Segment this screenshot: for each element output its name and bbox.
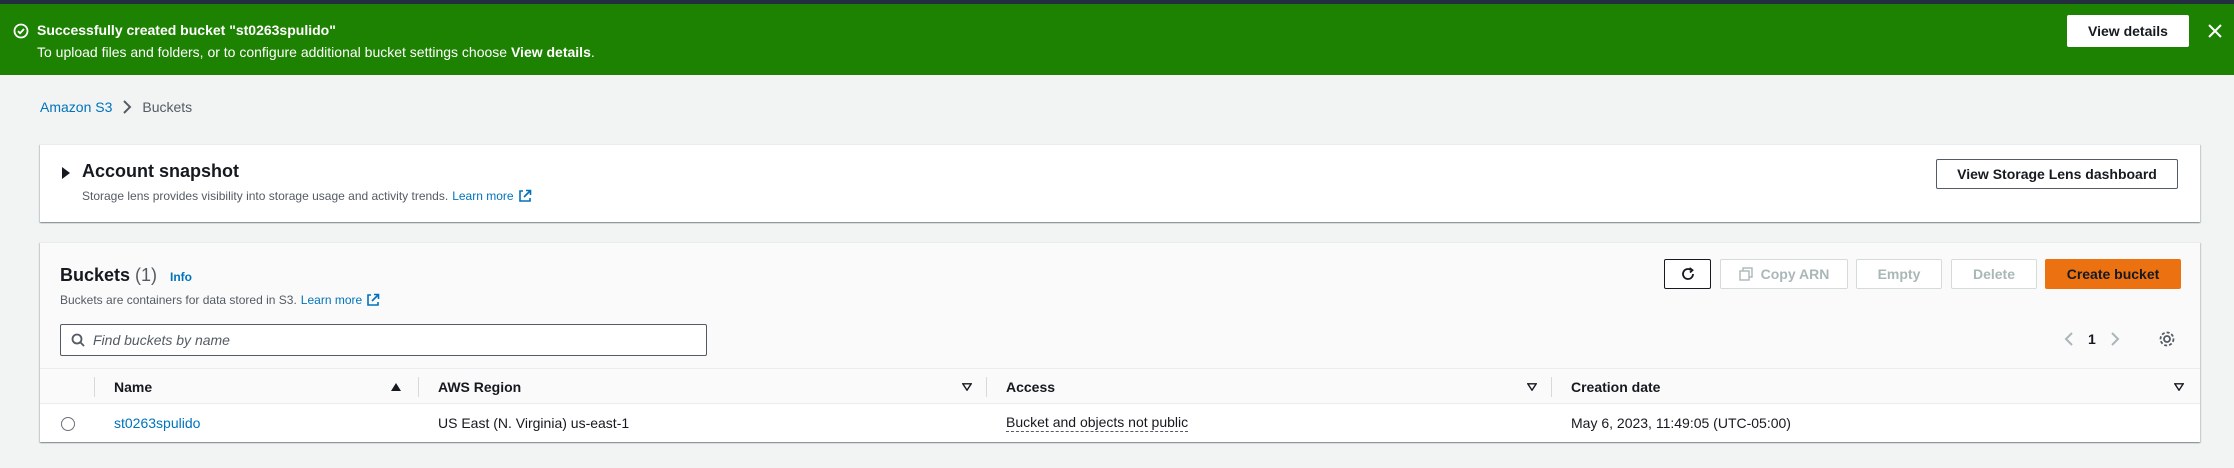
buckets-learn-more-link[interactable]: Learn more	[301, 293, 362, 307]
buckets-title: Buckets (1)	[60, 265, 157, 286]
row-select-radio[interactable]	[61, 417, 75, 431]
external-link-icon[interactable]	[366, 293, 380, 307]
sort-descending-icon[interactable]	[962, 383, 972, 391]
sort-descending-icon[interactable]	[1527, 383, 1537, 391]
column-header-access[interactable]: Access	[1006, 369, 1055, 405]
account-snapshot-desc-text: Storage lens provides visibility into st…	[82, 189, 449, 203]
chevron-left-icon[interactable]	[2064, 332, 2074, 346]
buckets-header: Buckets (1) Info Buckets are containers …	[40, 243, 2200, 368]
external-link-icon[interactable]	[518, 189, 532, 203]
column-separator	[94, 377, 95, 397]
buckets-desc-text: Buckets are containers for data stored i…	[60, 293, 297, 307]
bucket-access[interactable]: Bucket and objects not public	[1006, 404, 1189, 441]
breadcrumb-buckets: Buckets	[142, 99, 193, 115]
chevron-right-icon	[123, 100, 132, 114]
success-check-icon	[13, 23, 29, 39]
delete-button[interactable]: Delete	[1951, 259, 2037, 289]
table-row[interactable]: st0263spulido US East (N. Virginia) us-e…	[40, 404, 2200, 441]
bucket-access-text[interactable]: Bucket and objects not public	[1006, 414, 1189, 432]
buckets-count: (1)	[135, 265, 158, 285]
breadcrumb: Amazon S3 Buckets	[40, 99, 192, 115]
refresh-button[interactable]	[1664, 259, 1711, 289]
table-header: Name AWS Region Access Creation date	[40, 368, 2200, 404]
column-header-creation-date[interactable]: Creation date	[1571, 369, 1660, 405]
account-snapshot-learn-more-link[interactable]: Learn more	[452, 189, 513, 203]
info-link[interactable]: Info	[170, 270, 192, 284]
account-snapshot-panel: Account snapshot Storage lens provides v…	[40, 144, 2200, 222]
flash-message-view-details: View details	[510, 44, 591, 60]
search-box[interactable]	[60, 324, 707, 356]
copy-arn-button[interactable]: Copy ARN	[1720, 259, 1848, 289]
column-separator	[986, 377, 987, 397]
buckets-panel: Buckets (1) Info Buckets are containers …	[40, 242, 2200, 442]
account-snapshot-title[interactable]: Account snapshot	[82, 161, 239, 182]
copy-icon	[1738, 267, 1753, 281]
empty-button[interactable]: Empty	[1856, 259, 1942, 289]
column-separator	[1551, 377, 1552, 397]
column-separator	[418, 377, 419, 397]
search-input[interactable]	[93, 330, 693, 350]
flash-message: To upload files and folders, or to confi…	[37, 44, 595, 60]
refresh-icon	[1681, 267, 1694, 280]
copy-arn-label: Copy ARN	[1760, 266, 1830, 282]
sort-ascending-icon[interactable]	[391, 383, 401, 391]
column-header-region[interactable]: AWS Region	[438, 369, 521, 405]
bucket-name-link[interactable]: st0263spulido	[114, 404, 200, 441]
buckets-title-text: Buckets	[60, 265, 131, 285]
column-header-name[interactable]: Name	[114, 369, 152, 405]
gear-icon[interactable]	[2158, 330, 2176, 348]
search-icon	[71, 333, 85, 347]
flash-message-text: To upload files and folders, or to confi…	[37, 44, 508, 60]
chevron-right-icon[interactable]	[2110, 332, 2120, 346]
create-bucket-button[interactable]: Create bucket	[2045, 259, 2181, 289]
flash-title: Successfully created bucket "st0263spuli…	[37, 22, 336, 38]
close-icon[interactable]	[2205, 21, 2225, 41]
breadcrumb-amazon-s3[interactable]: Amazon S3	[40, 99, 112, 115]
account-snapshot-description: Storage lens provides visibility into st…	[82, 189, 532, 203]
expand-caret-icon[interactable]	[62, 167, 70, 179]
buckets-description: Buckets are containers for data stored i…	[60, 293, 380, 307]
flash-message-period: .	[590, 44, 595, 60]
bucket-region: US East (N. Virginia) us-east-1	[438, 414, 630, 431]
bucket-creation-date: May 6, 2023, 11:49:05 (UTC-05:00)	[1571, 414, 1791, 431]
sort-descending-icon[interactable]	[2174, 383, 2184, 391]
view-details-button[interactable]: View details	[2067, 15, 2189, 47]
view-storage-lens-dashboard-button[interactable]: View Storage Lens dashboard	[1936, 159, 2178, 189]
page-number[interactable]: 1	[2088, 331, 2096, 347]
success-flash-banner: Successfully created bucket "st0263spuli…	[0, 4, 2234, 75]
pagination: 1	[2064, 327, 2176, 351]
